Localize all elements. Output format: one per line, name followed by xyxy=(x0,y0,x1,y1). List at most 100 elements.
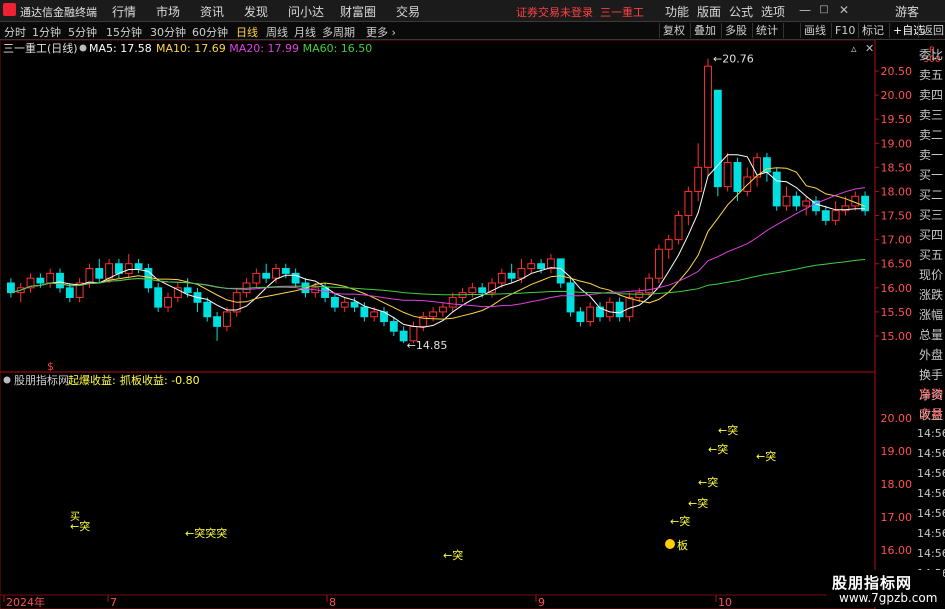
ma-label-1: MA10: 17.69 xyxy=(156,42,226,55)
down-candle xyxy=(576,311,585,323)
menu-news[interactable]: 资讯 xyxy=(200,3,224,20)
down-candle xyxy=(95,268,104,279)
down-candle xyxy=(772,171,781,207)
period-toolbar: 分时 1分钟 5分钟 15分钟 30分钟 60分钟 日线 周线 月线 多周期 更… xyxy=(0,22,945,40)
multi-stock-button[interactable]: 多股 xyxy=(721,23,750,38)
menu-layout[interactable]: 版面 xyxy=(697,3,721,20)
signal-smiley-icon xyxy=(665,539,675,549)
price-tick: 16.50 xyxy=(881,258,913,271)
statistics-button[interactable]: 统计 xyxy=(752,23,781,38)
tab-15min[interactable]: 15分钟 xyxy=(106,24,142,40)
down-candle xyxy=(821,210,830,221)
x-tick: 7 xyxy=(110,596,117,609)
tab-weekly[interactable]: 周线 xyxy=(266,24,288,40)
up-candle xyxy=(654,248,663,279)
down-candle xyxy=(213,316,222,327)
side-item: 委比 xyxy=(918,48,943,62)
max-price-label: ←20.76 xyxy=(713,52,754,65)
overlay-button[interactable]: 叠加 xyxy=(690,23,719,38)
up-candle xyxy=(664,239,673,250)
tab-60min[interactable]: 60分钟 xyxy=(192,24,228,40)
menu-trade[interactable]: 交易 xyxy=(396,3,420,20)
restore-rights-button[interactable]: 复权 xyxy=(659,23,688,38)
mark-button[interactable]: 标记 xyxy=(858,23,887,38)
up-candle xyxy=(85,268,94,284)
up-candle xyxy=(694,166,703,192)
down-candle xyxy=(281,268,290,274)
min-price-label: ←14.85 xyxy=(407,339,448,352)
menu-market-list[interactable]: 市场 xyxy=(156,3,180,20)
down-candle xyxy=(792,195,801,207)
up-candle xyxy=(252,272,261,284)
up-candle xyxy=(340,301,349,308)
x-tick: 9 xyxy=(538,596,545,609)
up-candle xyxy=(272,268,280,279)
menu-market[interactable]: 行情 xyxy=(112,3,136,20)
tab-30min[interactable]: 30分钟 xyxy=(150,24,186,40)
x-tick: 2024年 xyxy=(6,595,45,609)
indicator-dot-icon xyxy=(3,376,11,384)
up-candle xyxy=(517,268,526,279)
maximize-icon[interactable]: □ xyxy=(817,2,831,18)
trade-item[interactable]: 交易 xyxy=(917,404,945,424)
down-candle xyxy=(330,296,339,308)
tab-monthly[interactable]: 月线 xyxy=(294,24,316,40)
side-item: 卖二 xyxy=(918,128,943,142)
menu-guest[interactable]: 游客 xyxy=(895,3,919,20)
minimize-icon[interactable]: — xyxy=(798,2,812,18)
menu-discover[interactable]: 发现 xyxy=(244,3,268,20)
ma20-line xyxy=(10,187,866,308)
tab-more[interactable]: 更多 › xyxy=(366,24,396,40)
indicator-item2: 抓板收益: -0.80 xyxy=(120,373,200,387)
tab-timeshare[interactable]: 分时 xyxy=(4,24,26,40)
login-status[interactable]: 证券交易未登录 三一重工 xyxy=(516,4,644,20)
side-item: 卖三 xyxy=(918,108,943,122)
up-candle xyxy=(802,200,811,207)
side-item: 卖五 xyxy=(918,68,943,82)
menu-formula[interactable]: 公式 xyxy=(729,3,753,20)
time-item: 14:56 xyxy=(917,507,945,520)
price-tick: 18.50 xyxy=(881,161,913,174)
price-tick: 15.00 xyxy=(881,330,913,343)
draw-line-button[interactable]: 画线 xyxy=(800,23,829,38)
ma-label-0: MA5: 17.58 xyxy=(89,42,152,55)
price-tick: 19.00 xyxy=(881,137,913,150)
app-logo-icon xyxy=(3,3,16,16)
trade-item[interactable]: 自动 xyxy=(917,384,945,404)
price-tick: 18.00 xyxy=(881,185,913,198)
menu-options[interactable]: 选项 xyxy=(761,3,785,20)
tab-1min[interactable]: 1分钟 xyxy=(32,24,61,40)
down-candle xyxy=(262,272,271,279)
tab-multi-period[interactable]: 多周期 xyxy=(322,24,355,40)
chart-canvas[interactable]: ←突←突突突←突←突←突←突←突←突←突买板 三一重工(日线) MA5: 17.5… xyxy=(0,40,945,609)
menu-function[interactable]: 功能 xyxy=(665,3,689,20)
up-candle xyxy=(605,301,614,318)
f10-button[interactable]: F10 xyxy=(831,23,858,38)
blank-button[interactable] xyxy=(783,23,800,38)
side-item: 卖一 xyxy=(918,148,943,162)
down-candle xyxy=(154,287,163,308)
time-item: 14:56 xyxy=(917,467,945,480)
back-button[interactable]: 返回 xyxy=(918,23,945,38)
up-candle xyxy=(831,210,840,221)
panel-close-icon: ✕ xyxy=(865,42,874,55)
time-item: 14:56 xyxy=(917,427,945,440)
signal-tu-label: ←突 xyxy=(670,514,690,528)
side-item: 买三 xyxy=(918,208,943,222)
up-candle xyxy=(105,263,114,279)
chart-frame xyxy=(0,40,876,609)
signal-buy-label: 买 xyxy=(70,511,80,523)
tab-5min[interactable]: 5分钟 xyxy=(68,24,97,40)
down-candle xyxy=(203,301,212,318)
menu-ask[interactable]: 问小达 xyxy=(288,3,324,20)
up-candle xyxy=(429,311,438,318)
signal-tu-label: ←突 xyxy=(708,442,728,456)
up-candle xyxy=(782,195,791,207)
indicator-tick: 20.00 xyxy=(881,412,913,425)
menu-wealth[interactable]: 财富圈 xyxy=(340,3,376,20)
close-icon[interactable]: ✕ xyxy=(837,2,851,18)
tab-daily[interactable]: 日线 xyxy=(236,24,258,40)
up-candle xyxy=(164,296,172,308)
side-item: 外盘 xyxy=(918,348,943,362)
marker-s: $ xyxy=(47,360,54,373)
